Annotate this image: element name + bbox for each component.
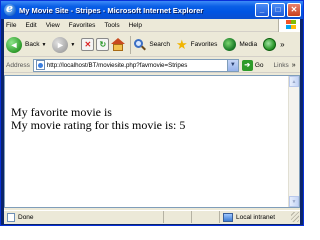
address-dropdown-icon[interactable]: ▼ (226, 59, 238, 71)
go-arrow-icon: ➔ (241, 59, 253, 71)
menu-file[interactable]: File (6, 22, 16, 29)
status-section: Done (4, 211, 164, 223)
stop-button[interactable]: ✕ (81, 38, 95, 51)
forward-arrow-icon: ► (52, 36, 69, 53)
vertical-scrollbar[interactable]: ▲ ▼ (288, 76, 299, 207)
scroll-up-icon[interactable]: ▲ (289, 76, 299, 87)
minimize-button[interactable]: _ (255, 3, 269, 17)
maximize-button[interactable]: □ (271, 3, 285, 17)
page-viewport: My favorite movie is My movie rating for… (4, 75, 300, 208)
address-bar: Address http://localhost/BT/moviesite.ph… (4, 58, 300, 73)
back-button[interactable]: ◄ Back ▼ (6, 36, 46, 53)
local-intranet-icon (223, 212, 233, 222)
status-text: Done (18, 213, 34, 221)
menu-bar: File Edit View Favorites Tools Help (4, 19, 300, 32)
menu-view[interactable]: View (46, 22, 60, 29)
back-dropdown-icon[interactable]: ▼ (41, 42, 46, 48)
media-label: Media (239, 41, 258, 48)
favorites-star-icon: ★ (175, 37, 188, 52)
internet-explorer-icon (4, 2, 16, 16)
menu-edit[interactable]: Edit (25, 22, 36, 29)
zone-label: Local intranet (236, 213, 276, 221)
security-zone: Local intranet (220, 211, 291, 223)
page-icon (35, 60, 45, 70)
search-label: Search (149, 41, 170, 48)
status-cell (164, 211, 192, 223)
standard-toolbar: ◄ Back ▼ ► ▼ ✕ ↻ Search ★ Favorites Medi… (4, 33, 300, 57)
resize-grip[interactable] (291, 212, 299, 222)
movie-rating-line: My movie rating for this movie is: 5 (11, 118, 186, 132)
refresh-button[interactable]: ↻ (96, 38, 110, 51)
go-label: Go (254, 61, 264, 69)
browser-window: My Movie Site - Stripes - Microsoft Inte… (0, 0, 304, 226)
toolbar-more-chevron[interactable]: » (280, 40, 284, 49)
menu-tools[interactable]: Tools (104, 22, 119, 29)
home-icon (111, 37, 126, 52)
favorites-label: Favorites (190, 41, 218, 48)
stop-icon: ✕ (81, 38, 95, 51)
status-bar: Done Local intranet (4, 210, 300, 223)
status-cell (192, 211, 220, 223)
links-more-chevron[interactable]: » (292, 62, 296, 69)
window-title: My Movie Site - Stripes - Microsoft Inte… (19, 5, 204, 15)
search-button[interactable]: Search (134, 38, 170, 51)
media-icon (223, 38, 237, 51)
history-icon (263, 38, 277, 51)
back-label: Back (25, 41, 40, 48)
title-bar[interactable]: My Movie Site - Stripes - Microsoft Inte… (1, 1, 303, 19)
toolbar-separator (130, 35, 132, 54)
windows-logo-icon (278, 19, 300, 32)
go-button[interactable]: ➔ Go (241, 59, 264, 71)
address-url: http://localhost/BT/moviesite.php?favmov… (46, 61, 188, 69)
back-arrow-icon: ◄ (6, 36, 22, 53)
close-button[interactable]: ✕ (287, 3, 301, 17)
home-button[interactable] (111, 37, 126, 52)
address-input[interactable]: http://localhost/BT/moviesite.php?favmov… (32, 58, 239, 72)
favorites-button[interactable]: ★ Favorites (176, 38, 217, 51)
links-label[interactable]: Links (274, 62, 289, 69)
page-content: My favorite movie is My movie rating for… (11, 106, 185, 132)
menu-favorites[interactable]: Favorites (69, 22, 96, 29)
media-button[interactable]: Media (223, 38, 257, 51)
address-label: Address (6, 61, 30, 69)
refresh-icon: ↻ (96, 38, 110, 51)
browser-client: File Edit View Favorites Tools Help ◄ Ba… (4, 19, 300, 224)
forward-button[interactable]: ► ▼ (52, 36, 75, 53)
history-button[interactable] (263, 38, 277, 51)
status-page-icon (7, 212, 15, 222)
search-icon (134, 38, 147, 51)
menu-help[interactable]: Help (129, 22, 142, 29)
scroll-down-icon[interactable]: ▼ (289, 196, 299, 207)
forward-dropdown-icon[interactable]: ▼ (70, 42, 75, 48)
